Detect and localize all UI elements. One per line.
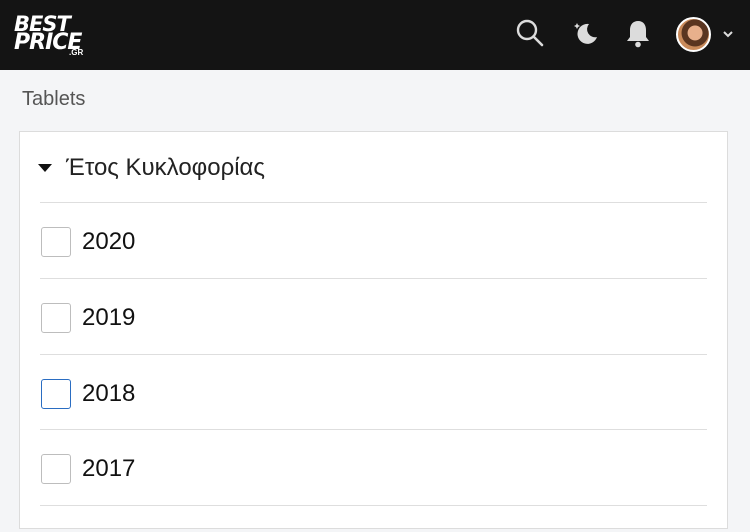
filter-option-row[interactable]: 2020	[40, 202, 707, 278]
dark-mode-icon	[574, 23, 597, 44]
filter-panel: Έτος Κυκλοφορίας 2020 2019 2018 2017	[19, 131, 728, 529]
option-label[interactable]: 2017	[82, 454, 135, 484]
top-navbar: BEST PRICE .GR	[0, 0, 750, 70]
divider	[40, 505, 707, 506]
search-icon	[516, 19, 544, 47]
option-label[interactable]: 2020	[82, 227, 135, 257]
avatar	[676, 17, 711, 52]
option-label[interactable]: 2018	[82, 379, 135, 409]
chevron-down-icon	[723, 31, 733, 38]
breadcrumb[interactable]: Tablets	[22, 88, 85, 111]
checkbox[interactable]	[41, 454, 71, 484]
checkbox[interactable]	[41, 227, 71, 257]
user-menu-button[interactable]	[676, 17, 740, 53]
search-button[interactable]	[514, 17, 546, 49]
logo-tld: .GR	[69, 48, 84, 57]
filter-option-row[interactable]: 2017	[40, 429, 707, 505]
bell-icon	[627, 21, 649, 48]
checkbox[interactable]	[41, 303, 71, 333]
dark-mode-toggle[interactable]	[569, 17, 601, 49]
notifications-button[interactable]	[622, 17, 654, 49]
checkbox[interactable]	[41, 379, 71, 409]
filter-option-row[interactable]: 2018	[40, 354, 707, 430]
caret-down-icon	[38, 164, 52, 172]
filter-header-toggle[interactable]: Έτος Κυκλοφορίας	[38, 152, 265, 184]
option-label[interactable]: 2019	[82, 303, 135, 333]
filter-option-row[interactable]: 2019	[40, 278, 707, 354]
bestprice-logo[interactable]: BEST PRICE .GR	[14, 14, 90, 60]
filter-title: Έτος Κυκλοφορίας	[66, 154, 265, 181]
